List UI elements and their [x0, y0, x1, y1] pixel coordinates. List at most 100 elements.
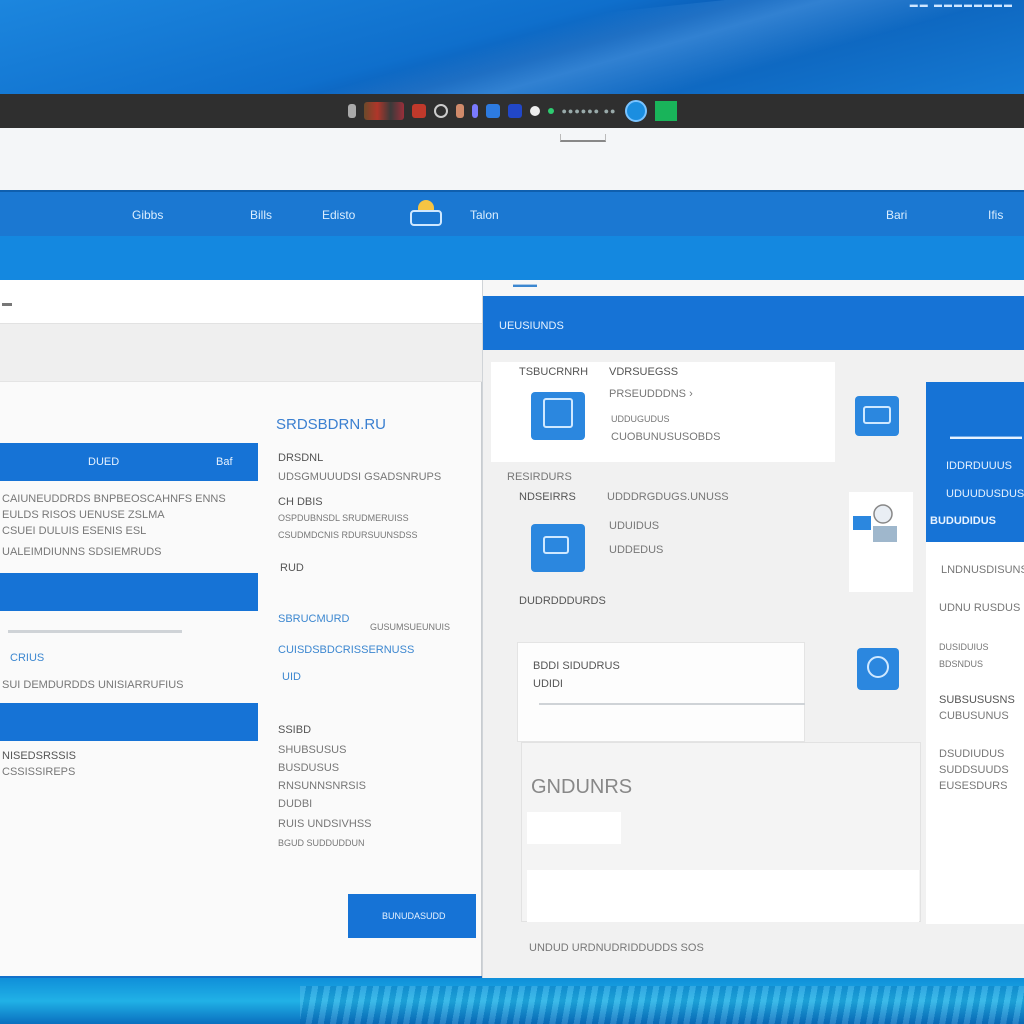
right-window: ▬▬▬ UEUSIUNDS TSBUCRNRH VDRSUEGSS PRSEUD… [482, 280, 1024, 978]
desktop-wallpaper-bottom [0, 978, 1024, 1024]
large-label: GNDUNRS [531, 776, 633, 798]
right-window-header: UEUSIUNDS [483, 296, 1024, 350]
promo-line: UDUUDUSDUS [946, 488, 1024, 500]
box-subtitle: UDIDI [533, 678, 563, 690]
button-label: BUNUDASUDD [382, 911, 446, 921]
text-line: BGUD SUDDUDDUN [278, 838, 365, 848]
weather-logo-icon[interactable] [408, 200, 444, 228]
side-line: SUBSUSUSNS [939, 694, 1015, 706]
section-label: RESIRDURS [507, 471, 572, 483]
card-title: NDSEIRRS [519, 491, 576, 503]
side-line: DUSIDUIUS [939, 642, 989, 652]
app-icon[interactable] [471, 104, 478, 118]
text-line: UALEIMDIUNNS SDSIEMRUDS [2, 546, 162, 558]
system-tray[interactable]: ●●●●●● ●● [562, 106, 617, 116]
text-line: NISEDSRSSIS [2, 750, 76, 762]
nav-item[interactable]: Talon [470, 208, 499, 222]
taskbar: ●●●●●● ●● [0, 94, 1024, 128]
text-line: SHUBSUSUS [278, 744, 347, 756]
card-subtitle: UDDDRGDUGS.UNUSS [607, 491, 729, 503]
app-icon-group[interactable] [363, 102, 404, 120]
top-right-text: ▬▬ ▬▬▬▬▬▬▬▬ [909, 0, 1014, 9]
link[interactable]: CUISDSBDCRISSERNUSS [278, 644, 414, 656]
address-strip [0, 128, 1024, 190]
mail-icon[interactable] [507, 104, 522, 118]
edge-icon[interactable] [485, 104, 500, 118]
wallpaper-pattern [300, 986, 1024, 1024]
input-box[interactable] [527, 812, 621, 844]
section-heading: SRDSBDRN.RU [276, 416, 387, 433]
info-box [517, 642, 805, 742]
title-label: ▬▬▬ [513, 280, 537, 289]
text-line: SSIBD [278, 724, 312, 736]
box-title: BDDI SIDUDRUS [533, 660, 620, 672]
nav-item[interactable]: Ifis [988, 208, 1003, 222]
card-subtitle: VDRSUEGSS [609, 366, 679, 378]
text-line: DUDBI [278, 798, 313, 810]
text-line: RUIS UNDSIVHSS [278, 818, 372, 830]
people-illustration-icon [853, 504, 897, 542]
text-line: RUD [280, 562, 304, 574]
text-line: CRIUS [10, 652, 45, 664]
left-window-toolbar [0, 324, 482, 382]
nav-item[interactable]: Gibbs [132, 208, 163, 222]
card-line: CUOBUNUSUSOBDS [611, 431, 721, 443]
header-label: UEUSIUNDS [499, 320, 564, 332]
notification-icon[interactable] [654, 101, 677, 121]
text-line: OSPDUBNSDL SRUDMERUISS [278, 513, 409, 523]
search-icon[interactable] [347, 104, 356, 118]
left-window: ▬ DUED Baf CAIUNEUDDRDS BNPBEOSCAHNFS EN… [0, 280, 482, 976]
badge-tile-icon[interactable] [855, 396, 899, 436]
text-line: UDSGMUUUDSI GSADSNRUPS [278, 471, 442, 483]
text-line: CAIUNEUDDRDS BNPBEOSCAHNFS ENNS [2, 493, 226, 505]
section-label: DUDRDDDURDS [519, 595, 606, 607]
status-dot-icon [547, 108, 554, 114]
link[interactable]: UID [282, 671, 301, 683]
text-line: GUSUMSUEUNUIS [370, 622, 451, 632]
nav-item[interactable]: Bills [250, 208, 272, 222]
nav-item[interactable]: Edisto [322, 208, 355, 222]
link[interactable]: SBRUCMURD [278, 613, 350, 625]
side-line: SUDDSUUDS [939, 764, 1009, 776]
promo-line: ▬▬▬▬▬▬▬▬▬ [950, 432, 1022, 441]
card-title: TSBUCRNRH [519, 366, 589, 378]
card-line: PRSEUDDDNS › [609, 388, 693, 400]
app-icon[interactable] [411, 104, 426, 118]
promo-line: BUDUDIDUS [930, 515, 996, 527]
card-line: UDDEDUS [609, 544, 664, 556]
text-line: CSUEI DULUIS ESENIS ESL [2, 525, 147, 537]
content-bar[interactable] [0, 573, 258, 611]
footer-text: UNDUD URDNUDRIDDUDDS SOS [529, 942, 704, 954]
left-window-header: ▬ [0, 280, 482, 324]
app-icon[interactable] [455, 104, 464, 118]
side-line: EUSESDURS [939, 780, 1008, 792]
nav-item[interactable]: Bari [886, 208, 907, 222]
cloud-icon[interactable] [529, 106, 540, 116]
tab-indicator[interactable] [560, 134, 606, 142]
content-bar[interactable] [0, 703, 258, 741]
desktop-wallpaper-top: ▬▬ ▬▬▬▬▬▬▬▬ [0, 0, 1024, 148]
app-tile-icon[interactable] [531, 392, 585, 440]
promo-panel[interactable]: ▬▬▬▬▬▬▬▬▬ IDDRDUUUS UDUUDUSDUS BUDUDIDUS [926, 382, 1024, 542]
primary-button[interactable]: BUNUDASUDD [348, 894, 476, 938]
text-line: SUI DEMDURDDS UNISIARRUFIUS [2, 679, 184, 691]
globe-tile-icon[interactable] [857, 648, 899, 690]
right-window-titlebar: ▬▬▬ [483, 280, 1024, 296]
side-line: LNDNUSDISUNS [941, 564, 1024, 576]
text-line: BUSDUSUS [278, 762, 340, 774]
promo-line: IDDRDUUUS [946, 460, 1012, 472]
side-line: DSUDIUDUS [939, 748, 1005, 760]
cortana-icon[interactable] [624, 100, 647, 122]
text-line: CH DBIS [278, 496, 323, 508]
card-line: UDDUGUDUS [611, 414, 670, 424]
side-line: CUBUSUNUS [939, 710, 1009, 722]
bar-label: DUED [88, 456, 120, 468]
clock-icon[interactable] [433, 104, 448, 118]
divider [8, 630, 182, 633]
bar-label: Baf [216, 456, 233, 468]
side-line: UDNU RUSDUS [939, 602, 1021, 614]
side-panel [926, 542, 1024, 924]
text-line: CSSISSIREPS [2, 766, 76, 778]
app-tile-icon[interactable] [531, 524, 585, 572]
text-line: CSUDMDCNIS RDURSUUNSDSS [278, 530, 418, 540]
